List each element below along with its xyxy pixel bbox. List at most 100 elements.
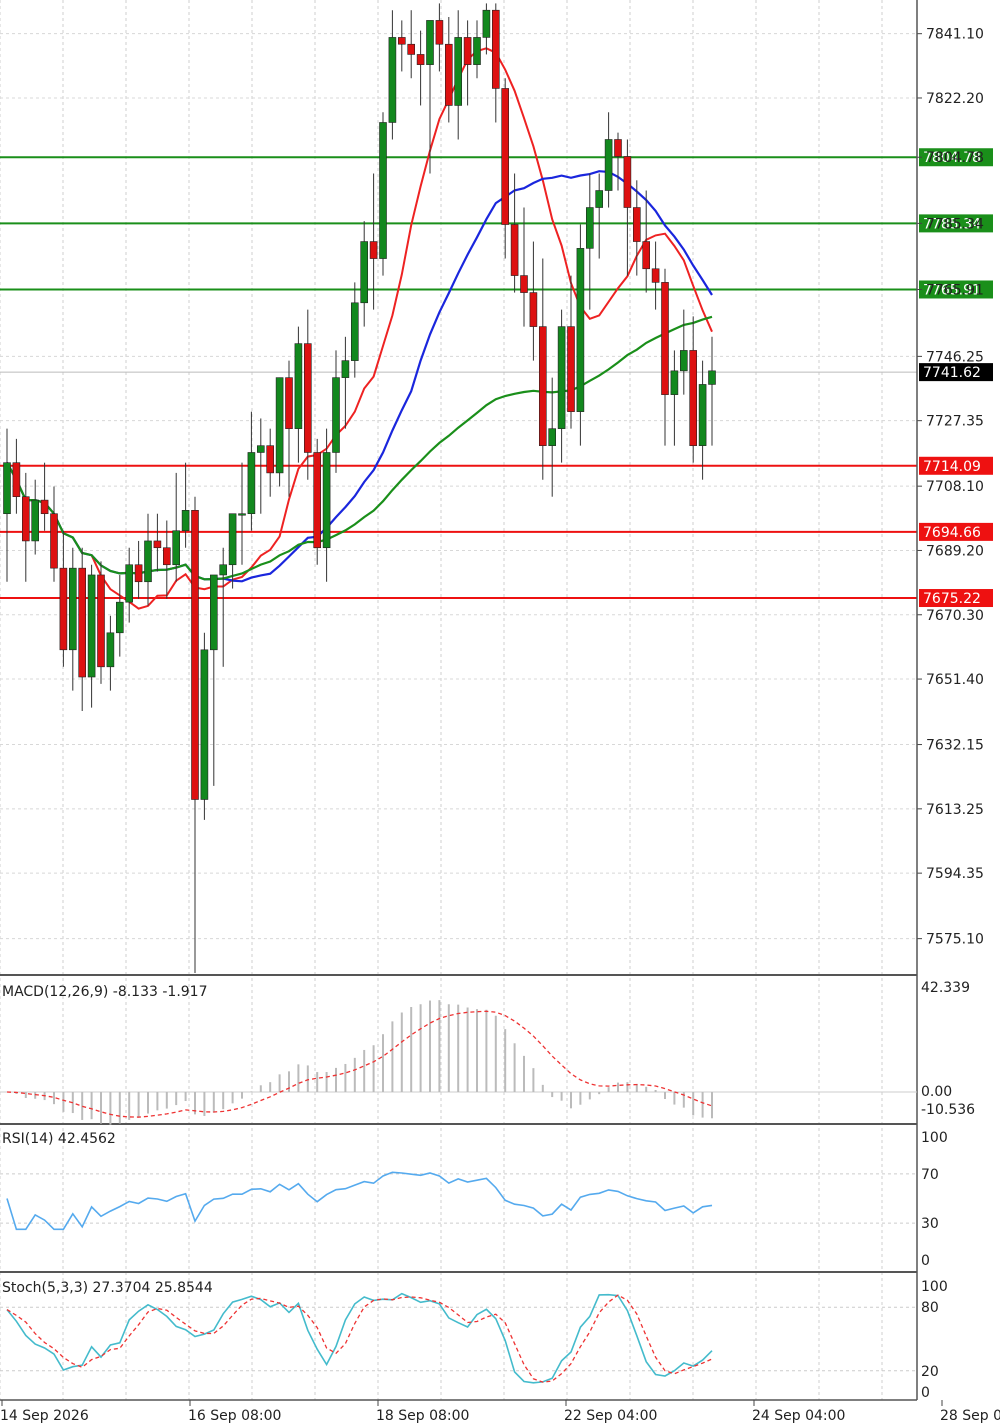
candle-body xyxy=(548,428,557,446)
candle-body xyxy=(379,122,387,259)
candle-body xyxy=(416,54,425,65)
price-tick-label: 7651.40 xyxy=(926,672,984,688)
macd-panel: MACD(12,26,9) -8.133 -1.917 42.339 0.00 -1… xyxy=(0,980,975,1125)
candle-body xyxy=(482,9,491,38)
candle-body xyxy=(12,462,21,498)
candle-body xyxy=(200,649,209,800)
candle-body xyxy=(181,510,190,532)
candle-body xyxy=(510,224,519,276)
candle-body xyxy=(538,326,547,446)
candle-body xyxy=(520,275,528,293)
level-label: 7675.22 xyxy=(923,591,981,607)
candle-body xyxy=(679,350,688,372)
price-tick-label: 7632.15 xyxy=(926,738,984,754)
candle-body xyxy=(3,462,11,515)
price-tick-label: 7670.30 xyxy=(926,608,984,624)
candle-body xyxy=(303,343,312,453)
candle-body xyxy=(407,43,416,55)
price-tick-label: 7575.10 xyxy=(926,932,984,948)
candle-body xyxy=(529,292,538,327)
stoch-tick-label: 80 xyxy=(921,1300,939,1316)
candle-body xyxy=(454,37,463,106)
candle-body xyxy=(670,370,679,395)
candle-body xyxy=(50,513,58,569)
candle-body xyxy=(388,37,397,123)
rsi-tick-label: 70 xyxy=(921,1167,939,1183)
rsi-line xyxy=(6,1171,713,1231)
macd-label: MACD(12,26,9) -8.133 -1.917 xyxy=(2,984,208,1000)
candle-body xyxy=(426,20,434,65)
candle-body xyxy=(256,445,265,453)
candle-body xyxy=(144,540,152,583)
candle-body xyxy=(350,302,359,361)
candle-body xyxy=(313,452,322,549)
stochastic-panel: Stoch(5,3,3) 27.3704 25.8544 100 80 20 0 xyxy=(0,1279,948,1401)
time-tick-label: 24 Sep 04:00 xyxy=(752,1408,845,1424)
time-tick-label: 22 Sep 04:00 xyxy=(564,1408,657,1424)
candle-body xyxy=(285,377,293,429)
macd-tick-label: 0.00 xyxy=(921,1084,952,1100)
macd-tick-label: -10.536 xyxy=(921,1102,975,1118)
macd-tick-label: 42.339 xyxy=(921,980,970,996)
price-tick-label: 7594.35 xyxy=(926,866,984,882)
price-tick-label: 7727.35 xyxy=(926,414,984,430)
candle-body xyxy=(322,452,331,549)
price-tick-label: 7841.10 xyxy=(926,27,984,43)
candle-body xyxy=(501,88,510,225)
stoch-tick-label: 20 xyxy=(921,1364,939,1380)
current-price-label: 7741.62 xyxy=(923,365,981,381)
rsi-label: RSI(14) 42.4562 xyxy=(2,1131,116,1147)
candle-body xyxy=(31,499,40,542)
price-tick-label: 7613.25 xyxy=(926,802,984,818)
candle-body xyxy=(294,343,303,429)
macd-signal-line xyxy=(6,1010,713,1118)
candle-body xyxy=(360,241,369,304)
candle-body xyxy=(219,564,227,576)
price-tick-label: 7785.34 xyxy=(926,216,984,232)
candle-body xyxy=(97,574,105,668)
candle-body xyxy=(444,43,453,106)
candle-body xyxy=(163,547,171,566)
moving-averages xyxy=(6,47,713,610)
candle-body xyxy=(69,567,77,651)
rsi-tick-label: 0 xyxy=(921,1253,930,1269)
candle-body xyxy=(266,445,275,474)
candle-body xyxy=(191,510,199,800)
candle-body xyxy=(604,139,613,191)
stoch-tick-label: 0 xyxy=(921,1385,930,1401)
candle-body xyxy=(172,530,180,566)
candle-body xyxy=(106,632,115,668)
level-label: 7714.09 xyxy=(923,459,981,475)
candle-body xyxy=(595,190,604,208)
candle-body xyxy=(134,564,143,583)
candle-body xyxy=(210,574,218,651)
candle-body xyxy=(557,326,566,429)
candle-body xyxy=(369,241,378,259)
rsi-panel: RSI(14) 42.4562 100 70 30 0 xyxy=(0,1130,948,1269)
candle-body xyxy=(651,268,660,283)
time-axis: 14 Sep 2026 16 Sep 08:00 18 Sep 08:00 22 Se… xyxy=(0,1399,1000,1424)
candle-body xyxy=(125,564,133,603)
candle-body xyxy=(275,377,284,474)
candle-body xyxy=(614,139,622,157)
candle-body xyxy=(473,37,481,65)
ma-red-line xyxy=(6,47,713,610)
price-tick-label: 7822.20 xyxy=(926,91,984,107)
time-tick-label: 14 Sep 2026 xyxy=(0,1408,89,1424)
rsi-tick-label: 30 xyxy=(921,1216,939,1232)
candle-body xyxy=(708,370,716,385)
candle-body xyxy=(632,207,641,242)
price-tick-label: 7765.91 xyxy=(926,282,984,298)
candle-body xyxy=(247,452,256,515)
candle-body xyxy=(435,20,444,45)
candle-body xyxy=(642,241,651,270)
candle-body xyxy=(238,513,246,516)
stoch-tick-label: 100 xyxy=(921,1279,948,1295)
candle-body xyxy=(463,37,472,65)
price-tick-label: 7708.10 xyxy=(926,479,984,495)
candle-body xyxy=(78,567,86,678)
time-tick-label: 16 Sep 08:00 xyxy=(188,1408,281,1424)
time-tick-label: 28 Sep 00:00 xyxy=(940,1408,1000,1424)
price-chart: 7804.78 7785.34 7765.91 7714.09 7694.66 7675.… xyxy=(0,0,1000,1424)
price-tick-label: 7804.78 xyxy=(926,150,984,166)
